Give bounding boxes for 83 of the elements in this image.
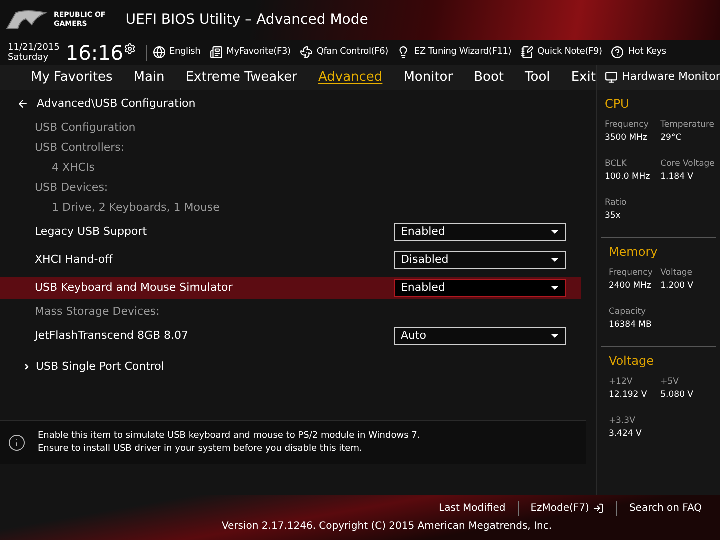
submenu-link[interactable]: USB Single Port Control (36, 358, 164, 376)
help-icon (611, 46, 624, 59)
stat-label: Ratio (604, 197, 628, 209)
settings-icon[interactable] (124, 42, 136, 54)
monitor-icon (604, 71, 618, 84)
value-dropdown[interactable]: Enabled (394, 223, 566, 241)
stat-label: Core Voltage (660, 158, 712, 170)
section-title: Memory (608, 244, 659, 261)
caret-icon (550, 258, 559, 262)
stat-label: Frequency (604, 119, 650, 131)
stat-value: 3500 MHz (604, 132, 648, 145)
footer-link[interactable]: Last Modified (439, 501, 506, 516)
menu-tab[interactable]: Exit (571, 68, 596, 88)
info-text: 1 Drive, 2 Keyboards, 1 Mouse (52, 200, 220, 216)
toolbar-button[interactable]: Qfan Control(F6) (316, 46, 388, 60)
info-icon (8, 434, 26, 452)
help-text: Enable this item to simulate USB keyboard and mouse to PS/2 module in Windows 7. (38, 430, 420, 442)
fan-icon (300, 46, 313, 59)
value-dropdown[interactable]: Auto (394, 327, 566, 345)
menu-tab[interactable]: My Favorites (31, 68, 113, 88)
info-text: USB Configuration (35, 120, 136, 136)
caret-icon (550, 334, 559, 338)
window-title: UEFI BIOS Utility – Advanced Mode (126, 10, 368, 30)
stat-label: Capacity (608, 306, 648, 318)
menu-tab[interactable]: Advanced (318, 68, 383, 88)
exit-icon (593, 503, 604, 514)
info-text: 4 XHCIs (52, 160, 95, 176)
stat-value: 35x (604, 210, 622, 223)
stat-value: 100.0 MHz (604, 171, 652, 184)
setting-row[interactable]: XHCI Hand-off Disabled (0, 249, 581, 271)
toolbar-button[interactable]: EZ Tuning Wizard(F11) (414, 46, 512, 60)
section-title: CPU (604, 96, 630, 113)
stat-value: 12.192 V (608, 389, 648, 402)
stat-label: Voltage (660, 267, 694, 279)
toolbar-button[interactable]: English (170, 46, 201, 60)
panel-title: Hardware Monitor (622, 69, 720, 86)
setting-row[interactable]: JetFlashTranscend 8GB 8.07 Auto (0, 325, 581, 347)
menu-tab[interactable]: Monitor (404, 68, 454, 88)
stat-value: 16384 MB (608, 319, 653, 332)
stat-value: 5.080 V (660, 389, 694, 402)
menu-tab[interactable]: Main (134, 68, 165, 88)
clock-text: 16:16 (66, 42, 124, 62)
setting-row[interactable]: USB Keyboard and Mouse Simulator Enabled (0, 277, 581, 299)
stat-value: 1.200 V (660, 280, 694, 293)
version-text: Version 2.17.1246. Copyright (C) 2015 American Megatrends, Inc. (222, 520, 552, 534)
section-title: Voltage (608, 353, 655, 370)
footer-link[interactable]: EzMode(F7) (530, 501, 590, 516)
logo-icon (6, 9, 48, 31)
breadcrumb: Advanced\USB Configuration (37, 96, 196, 112)
value-dropdown[interactable]: Disabled (394, 251, 566, 269)
back-arrow-icon[interactable] (17, 98, 29, 110)
date-text: 11/21/2015 (8, 42, 60, 52)
caret-icon (550, 230, 559, 234)
value-dropdown[interactable]: Enabled (394, 279, 566, 297)
stat-label: Temperature (660, 119, 712, 131)
stat-value: 3.424 V (608, 428, 643, 441)
stat-label: Frequency (608, 267, 654, 279)
lightbulb-icon (397, 46, 410, 59)
toolbar-button[interactable]: Hot Keys (628, 46, 666, 60)
day-text: Saturday (8, 52, 50, 62)
help-text: Ensure to install USB driver in your system before you disable this item. (38, 442, 364, 456)
setting-row[interactable]: Legacy USB Support Enabled (0, 221, 581, 243)
list-icon (210, 46, 223, 59)
chevron-icon (23, 363, 31, 371)
menu-tab[interactable]: Boot (474, 68, 504, 88)
menu-tab[interactable]: Extreme Tweaker (186, 68, 298, 88)
stat-label: +5V (660, 376, 680, 388)
toolbar-button[interactable]: MyFavorite(F3) (226, 46, 291, 60)
footer-link[interactable]: Search on FAQ (629, 501, 702, 516)
stat-label: +3.3V (608, 415, 636, 427)
stat-value: 29°C (660, 132, 683, 145)
stat-label: BCLK (604, 158, 628, 170)
info-text: Mass Storage Devices: (35, 304, 160, 320)
globe-icon (152, 46, 166, 59)
info-text: USB Devices: (35, 180, 108, 196)
note-icon (520, 46, 534, 59)
caret-icon (550, 286, 559, 290)
stat-value: 1.184 V (660, 171, 694, 184)
info-text: USB Controllers: (35, 140, 125, 156)
toolbar-button[interactable]: Quick Note(F9) (538, 46, 602, 60)
menu-tab[interactable]: Tool (525, 68, 550, 88)
stat-label: +12V (608, 376, 634, 388)
stat-value: 2400 MHz (608, 280, 652, 293)
